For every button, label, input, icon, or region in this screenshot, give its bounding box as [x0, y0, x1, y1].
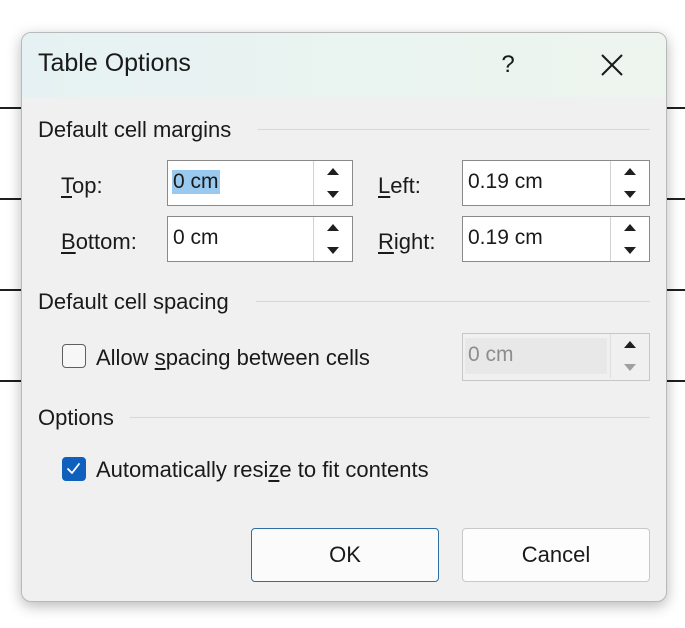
right-margin-increment-button[interactable]: [611, 217, 649, 239]
cell-margins-heading: Default cell margins: [38, 117, 232, 142]
allow-spacing-label[interactable]: Allow spacing between cells: [96, 345, 370, 371]
autoresize-label[interactable]: Automatically resize to fit contents: [96, 457, 429, 483]
arrow-down-icon: [624, 364, 636, 371]
cell-spacing-spinner: 0 cm: [462, 333, 650, 381]
help-icon: ?: [501, 51, 515, 78]
options-heading: Options: [38, 405, 114, 430]
cancel-button[interactable]: Cancel: [462, 528, 650, 582]
bottom-margin-label: Bottom:: [61, 229, 137, 254]
bottom-margin-input[interactable]: 0 cm: [172, 226, 220, 250]
ok-button[interactable]: OK: [251, 528, 439, 582]
arrow-down-icon: [327, 191, 339, 198]
arrow-up-icon: [624, 341, 636, 348]
arrow-up-icon: [327, 224, 339, 231]
cell-spacing-increment-button: [611, 334, 649, 356]
bottom-margin-increment-button[interactable]: [314, 217, 352, 239]
table-options-dialog: Table Options ? Default cell margins Top…: [21, 32, 667, 602]
top-margin-label: Top:: [61, 173, 103, 198]
dialog-title: Table Options: [38, 49, 191, 77]
arrow-down-icon: [327, 247, 339, 254]
help-button[interactable]: ?: [484, 45, 532, 85]
top-margin-spinner[interactable]: 0 cm: [167, 160, 353, 206]
bottom-margin-decrement-button[interactable]: [314, 239, 352, 261]
cell-margins-separator: [258, 129, 650, 130]
right-margin-label: Right:: [378, 229, 436, 254]
cell-spacing-input: 0 cm: [468, 343, 514, 366]
right-margin-decrement-button[interactable]: [611, 239, 649, 261]
cell-spacing-decrement-button: [611, 356, 649, 378]
arrow-up-icon: [624, 168, 636, 175]
close-icon: [601, 54, 623, 76]
left-margin-increment-button[interactable]: [611, 161, 649, 183]
left-margin-spinner[interactable]: 0.19 cm: [462, 160, 650, 206]
checkmark-icon: [67, 463, 80, 474]
top-margin-decrement-button[interactable]: [314, 183, 352, 205]
arrow-up-icon: [327, 168, 339, 175]
left-margin-decrement-button[interactable]: [611, 183, 649, 205]
options-separator: [130, 417, 650, 418]
right-margin-input[interactable]: 0.19 cm: [467, 226, 544, 250]
top-margin-increment-button[interactable]: [314, 161, 352, 183]
left-margin-input[interactable]: 0.19 cm: [467, 170, 544, 194]
close-button[interactable]: [588, 45, 636, 85]
autoresize-checkbox[interactable]: [62, 457, 86, 481]
arrow-down-icon: [624, 247, 636, 254]
allow-spacing-checkbox[interactable]: [62, 344, 86, 368]
arrow-up-icon: [624, 224, 636, 231]
title-bar: Table Options ?: [22, 33, 666, 97]
left-margin-label: Left:: [378, 173, 421, 198]
cell-spacing-separator: [256, 301, 650, 302]
cell-spacing-heading: Default cell spacing: [38, 289, 229, 314]
arrow-down-icon: [624, 191, 636, 198]
top-margin-input[interactable]: 0 cm: [172, 170, 220, 194]
bottom-margin-spinner[interactable]: 0 cm: [167, 216, 353, 262]
right-margin-spinner[interactable]: 0.19 cm: [462, 216, 650, 262]
